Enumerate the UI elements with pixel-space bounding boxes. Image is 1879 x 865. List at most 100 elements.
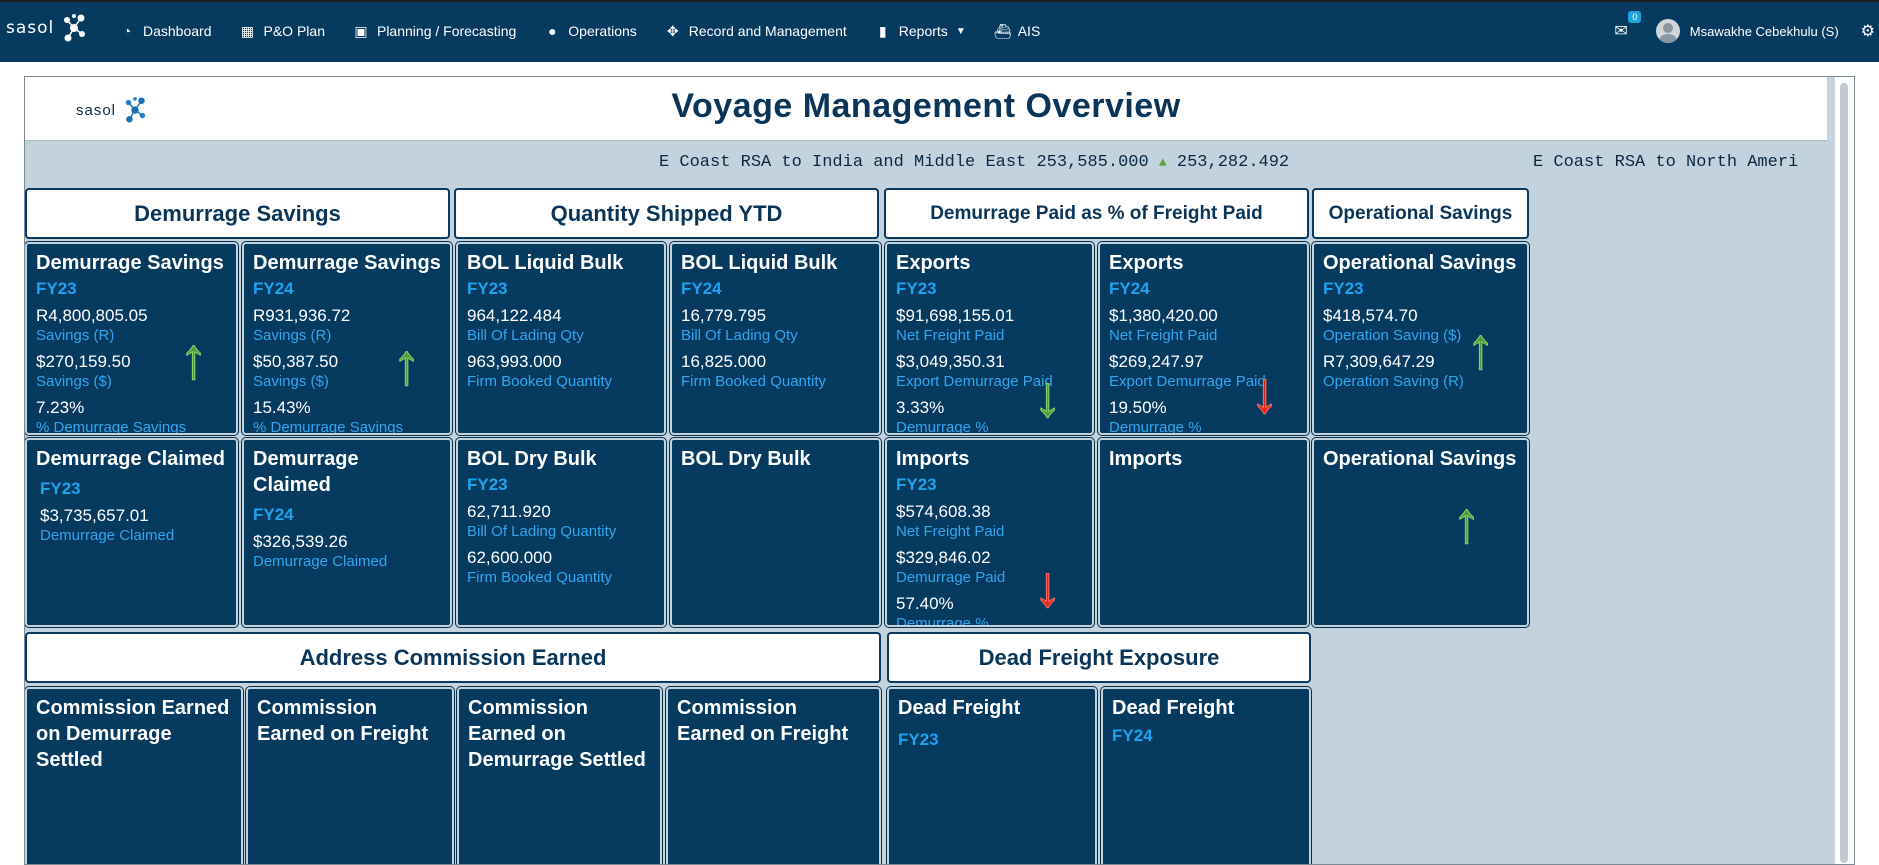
- nav-record-management[interactable]: ✥ Record and Management: [651, 2, 861, 60]
- card-title: Imports: [1109, 448, 1183, 470]
- brand-name: sasol: [6, 18, 55, 38]
- ship-icon: ⛴: [993, 22, 1012, 39]
- tachometer-icon: ◔: [122, 23, 132, 39]
- fiscal-year: FY24: [1112, 726, 1153, 745]
- card-demurrage-claimed-fy23[interactable]: Demurrage Claimed FY23 $3,735,657.01 Dem…: [25, 438, 238, 627]
- card-bol-dry-fy23[interactable]: BOL Dry Bulk FY23 62,711.920 Bill Of Lad…: [456, 438, 666, 627]
- card-value: 62,600.000: [467, 548, 553, 567]
- section-address-commission: Address Commission Earned: [25, 632, 881, 683]
- ticker-item: E Coast RSA to India and Middle East 253…: [659, 153, 1289, 172]
- card-title: Dead Freight: [898, 697, 1021, 719]
- card-title: Commission Earned on Demurrage Settled: [36, 697, 230, 771]
- arrow-up-icon: ↑: [179, 326, 209, 391]
- card-label: Demurrage Claimed: [40, 527, 175, 544]
- fiscal-year: FY23: [896, 475, 937, 494]
- mail-count-badge: 0: [1628, 11, 1642, 23]
- nav-po-plan[interactable]: ▦ P&O Plan: [226, 2, 339, 60]
- card-label: Demurrage Claimed: [253, 553, 388, 570]
- card-commission-freight-fy23[interactable]: Commission Earned on Freight: [246, 687, 454, 864]
- section-quantity-shipped: Quantity Shipped YTD: [454, 188, 879, 239]
- card-commission-freight-fy24[interactable]: Commission Earned on Freight: [666, 687, 881, 864]
- card-title: Operational Savings: [1323, 252, 1517, 274]
- fiscal-year: FY23: [1323, 279, 1364, 298]
- card-bol-liquid-fy24[interactable]: BOL Liquid Bulk FY24 16,779.795 Bill Of …: [670, 242, 881, 435]
- scrollbar-thumb[interactable]: [1840, 83, 1848, 863]
- card-label: Net Freight Paid: [896, 327, 1005, 344]
- card-operational-savings-fy24[interactable]: Operational Savings ↑: [1312, 438, 1529, 627]
- arrow-down-icon: ↓: [1250, 360, 1280, 425]
- caret-down-icon: ▼: [955, 25, 966, 37]
- card-value: R4,800,805.05: [36, 306, 148, 325]
- card-label: Bill Of Lading Qty: [467, 327, 584, 344]
- card-exports-fy23[interactable]: Exports FY23 $91,698,155.01 Net Freight …: [885, 242, 1094, 435]
- route-ticker: E Coast RSA to India and Middle East 253…: [25, 141, 1827, 185]
- sasol-molecule-icon: [64, 14, 86, 42]
- nav-label: Record and Management: [688, 23, 847, 39]
- card-value: 16,779.795: [681, 306, 767, 325]
- card-imports-fy24[interactable]: Imports: [1098, 438, 1309, 627]
- card-exports-fy24[interactable]: Exports FY24 $1,380,420.00 Net Freight P…: [1098, 242, 1309, 435]
- card-commission-demurrage-fy23[interactable]: Commission Earned on Demurrage Settled: [25, 687, 243, 864]
- card-demurrage-savings-fy24[interactable]: Demurrage Savings FY24 R931,936.72 Savin…: [242, 242, 452, 435]
- card-value: $574,608.38: [896, 502, 991, 521]
- card-value: $326,539.26: [253, 532, 348, 551]
- card-dead-freight-fy23[interactable]: Dead Freight FY23: [887, 687, 1097, 864]
- card-title: Commission Earned on Freight: [677, 697, 849, 745]
- nav-label: Planning / Forecasting: [376, 23, 517, 39]
- nav-label: Reports: [898, 23, 948, 39]
- card-imports-fy23[interactable]: Imports FY23 $574,608.38 Net Freight Pai…: [885, 438, 1094, 627]
- nav-dashboard[interactable]: ◔ Dashboard: [105, 2, 226, 60]
- vertical-scrollbar[interactable]: [1834, 77, 1854, 864]
- envelope-icon: ✉: [1614, 23, 1628, 40]
- fiscal-year: FY23: [36, 279, 77, 298]
- nav-label: AIS: [1017, 23, 1041, 39]
- card-demurrage-savings-fy23[interactable]: Demurrage Savings FY23 R4,800,805.05 Sav…: [25, 242, 238, 435]
- triangle-up-icon: ▲: [1158, 155, 1167, 170]
- nav-planning-forecasting[interactable]: ▣ Planning / Forecasting: [339, 2, 530, 60]
- card-commission-demurrage-fy24[interactable]: Commission Earned on Demurrage Settled: [457, 687, 662, 864]
- card-demurrage-claimed-fy24[interactable]: Demurrage Claimed FY24 $326,539.26 Demur…: [242, 438, 452, 627]
- ticker-value: 253,282.492: [1176, 153, 1290, 172]
- nav-label: Dashboard: [143, 23, 212, 39]
- card-title: Demurrage Claimed: [36, 448, 225, 470]
- card-title: Demurrage Savings: [36, 252, 224, 274]
- card-value: 963,993.000: [467, 352, 562, 371]
- avatar[interactable]: [1655, 19, 1680, 43]
- card-label: Net Freight Paid: [896, 523, 1005, 540]
- nav-label: Operations: [568, 23, 637, 39]
- nav-reports[interactable]: ▮ Reports ▼: [861, 2, 980, 60]
- user-name[interactable]: Msawakhe Cebekhulu (S): [1690, 24, 1839, 39]
- sasol-logo[interactable]: sasol: [6, 12, 88, 44]
- card-title: Exports: [1109, 252, 1184, 274]
- mail-button[interactable]: ✉ 0: [1614, 11, 1642, 41]
- fiscal-year: FY23: [40, 479, 81, 498]
- card-title: BOL Dry Bulk: [467, 448, 597, 470]
- nav-operations[interactable]: ● Operations: [530, 2, 650, 60]
- users-cog-icon: ●: [548, 23, 557, 39]
- ticker-route: E Coast RSA to North Ameri: [1533, 153, 1799, 172]
- gear-icon[interactable]: ⚙: [1861, 21, 1875, 41]
- card-label: Bill Of Lading Qty: [681, 327, 798, 344]
- card-operational-savings-fy23[interactable]: Operational Savings FY23 $418,574.70 Ope…: [1312, 242, 1529, 435]
- main-content: sasol Voyage Management Overview E Coast…: [0, 62, 1879, 865]
- fiscal-year: FY24: [681, 279, 722, 298]
- nav-ais[interactable]: ⛴ AIS: [980, 2, 1055, 60]
- section-demurrage-paid: Demurrage Paid as % of Freight Paid: [884, 188, 1309, 239]
- nav-label: P&O Plan: [263, 23, 325, 39]
- card-label: Net Freight Paid: [1109, 327, 1218, 344]
- card-title: Operational Savings: [1323, 448, 1517, 470]
- section-demurrage-savings: Demurrage Savings: [25, 188, 450, 239]
- ticker-route: E Coast RSA to India and Middle East: [659, 153, 1027, 172]
- calendar-icon: ▦: [240, 22, 255, 39]
- arrow-up-icon: ↑: [1466, 316, 1496, 381]
- top-navbar: sasol ◔ Dashboard ▦ P&O Plan ▣ Planning / F…: [0, 0, 1879, 62]
- card-title: Commission Earned on Demurrage Settled: [468, 697, 646, 771]
- fiscal-year: FY23: [467, 475, 508, 494]
- card-bol-liquid-fy23[interactable]: BOL Liquid Bulk FY23 964,122.484 Bill Of…: [456, 242, 666, 435]
- card-value: R931,936.72: [253, 306, 351, 325]
- card-bol-dry-fy24[interactable]: BOL Dry Bulk: [670, 438, 881, 627]
- ticker-item: E Coast RSA to North Ameri: [1533, 153, 1798, 172]
- card-dead-freight-fy24[interactable]: Dead Freight FY24: [1101, 687, 1311, 864]
- fiscal-year: FY23: [898, 730, 939, 749]
- page-title: Voyage Management Overview: [671, 87, 1181, 125]
